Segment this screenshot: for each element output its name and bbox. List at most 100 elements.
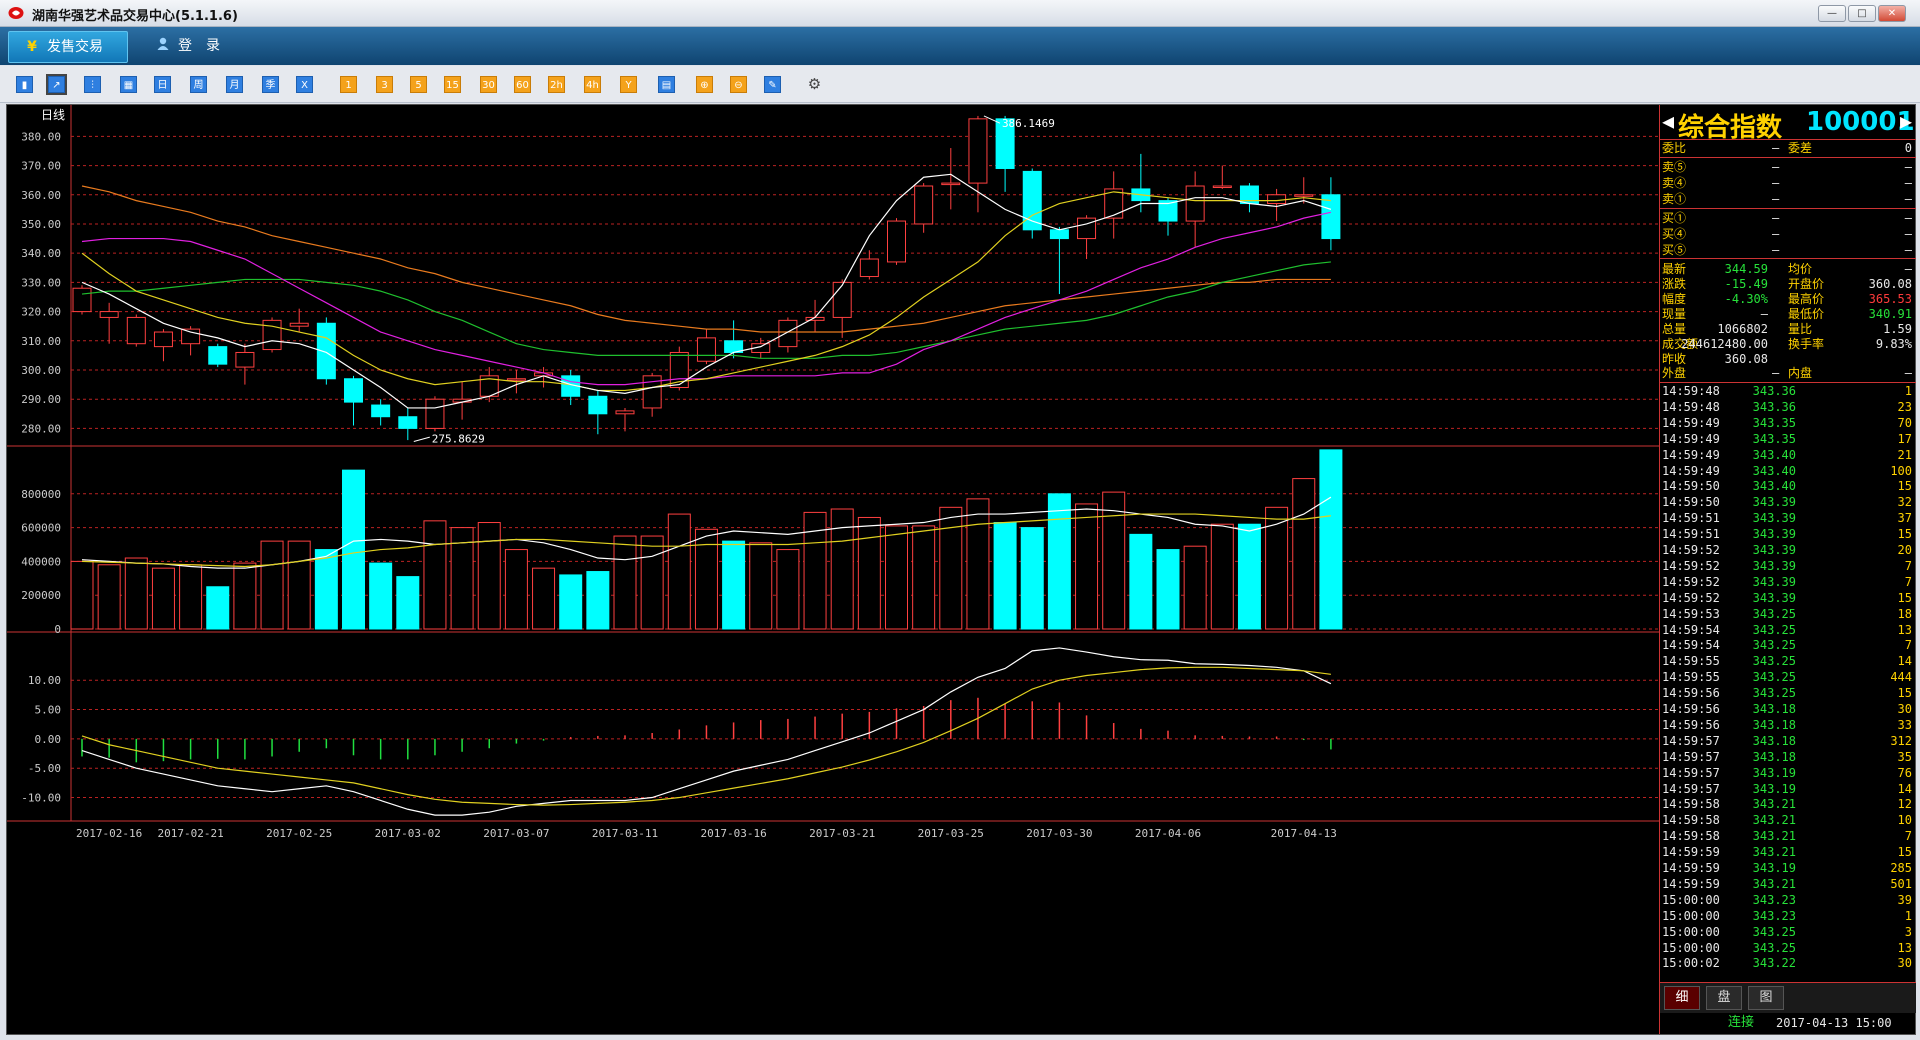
- sell-level-volume: —: [1904, 176, 1912, 190]
- toolbar-button-3[interactable]: ⫶: [84, 76, 101, 93]
- toolbar-button-22[interactable]: ✎: [764, 76, 781, 93]
- order-diff-label: 委差: [1788, 141, 1813, 155]
- tick-volume: 15: [1897, 527, 1912, 542]
- stat-label: 均价: [1788, 262, 1813, 276]
- tick-row: 14:59:58 343.21 12: [1660, 796, 1916, 812]
- tick-price: 343.36: [1752, 399, 1796, 414]
- panel-tab-2[interactable]: 盘: [1706, 986, 1742, 1010]
- tick-price: 343.25: [1752, 638, 1796, 653]
- tick-volume: 501: [1890, 876, 1912, 891]
- maximize-button[interactable]: □: [1848, 5, 1876, 22]
- tick-price: 343.39: [1752, 495, 1796, 510]
- volume-bar: [287, 540, 311, 630]
- kline-chart: 日线 380.00 370.00 360.00 350.00 340.00 330.00 32…: [7, 105, 1659, 840]
- toolbar-button-13[interactable]: 15: [444, 76, 461, 93]
- toolbar-button-5[interactable]: 日: [154, 76, 171, 93]
- tick-volume: 312: [1890, 733, 1912, 748]
- tick-time: 14:59:52: [1662, 590, 1720, 605]
- tick-time: 14:59:56: [1662, 717, 1720, 732]
- next-instrument-icon[interactable]: ▶: [1900, 109, 1912, 133]
- tick-row: 14:59:58 343.21 7: [1660, 828, 1916, 844]
- toolbar-button-19[interactable]: ▤: [658, 76, 675, 93]
- sell-level-price: —: [1772, 192, 1780, 206]
- volume-bar: [749, 542, 773, 630]
- price-tick-label: 310.00: [21, 335, 61, 348]
- toolbar-button-15[interactable]: 60: [514, 76, 531, 93]
- tick-price: 343.25: [1752, 924, 1796, 939]
- tick-time: 14:59:58: [1662, 813, 1720, 828]
- price-tick-label: 290.00: [21, 393, 61, 406]
- tick-price: 343.19: [1752, 861, 1796, 875]
- toolbar-button-18[interactable]: Y: [620, 76, 637, 93]
- toolbar-button-12[interactable]: 5: [410, 76, 427, 93]
- toolbar-button-11[interactable]: 3: [376, 76, 393, 93]
- tick-row: 14:59:49 343.40 100: [1660, 463, 1916, 479]
- tick-time: 14:59:49: [1662, 415, 1720, 430]
- stat-label: 开盘价: [1788, 277, 1825, 291]
- candle-body: [72, 287, 92, 313]
- tick-volume: 17: [1897, 431, 1912, 446]
- tick-row: 14:59:52 343.39 7: [1660, 574, 1916, 590]
- toolbar-button-20[interactable]: ⊕: [696, 76, 713, 93]
- stat-value: 9.83%: [1875, 337, 1912, 351]
- sell-trading-tab[interactable]: ¥ 发售交易: [8, 31, 128, 63]
- toolbar-button-1[interactable]: ▮: [16, 76, 33, 93]
- toolbar-button-9[interactable]: X: [296, 76, 313, 93]
- toolbar-button-10[interactable]: 1: [340, 76, 357, 93]
- tick-time: 15:00:02: [1662, 956, 1720, 971]
- tick-row: 14:59:48 343.36 1: [1660, 383, 1916, 399]
- sell-level-price: —: [1772, 176, 1780, 190]
- panel-tab-1[interactable]: 细: [1664, 986, 1700, 1010]
- tick-row: 14:59:49 343.40 21: [1660, 447, 1916, 463]
- toolbar-button-17[interactable]: 4h: [584, 76, 601, 93]
- quote-stat-row: 现量 — 最低价 340.91: [1660, 306, 1916, 322]
- tick-volume: 14: [1897, 781, 1912, 796]
- stat-value: 360.08: [1868, 277, 1912, 291]
- tick-time: 14:59:50: [1662, 479, 1720, 494]
- toolbar-button-23[interactable]: ⚙: [806, 76, 823, 93]
- tick-price: 343.21: [1752, 797, 1796, 812]
- stat-label: 最低价: [1788, 307, 1825, 321]
- toolbar-button-2[interactable]: ↗: [46, 74, 67, 95]
- login-tab[interactable]: 登 录: [140, 31, 250, 61]
- tick-row: 14:59:56 343.18 33: [1660, 717, 1916, 733]
- candle-body: [968, 118, 988, 184]
- toolbar-button-8[interactable]: 季: [262, 76, 279, 93]
- toolbar-button-6[interactable]: 周: [190, 76, 207, 93]
- volume-bar: [885, 525, 908, 630]
- prev-instrument-icon[interactable]: ◀: [1662, 109, 1674, 133]
- tick-row: 14:59:49 343.35 70: [1660, 415, 1916, 431]
- tick-time: 14:59:52: [1662, 574, 1720, 589]
- price-tick-label: 360.00: [21, 189, 61, 202]
- volume-bar: [423, 520, 447, 630]
- tick-price: 343.25: [1752, 686, 1796, 701]
- tick-volume: 30: [1897, 956, 1912, 971]
- volume-bar: [1319, 449, 1343, 630]
- tick-row: 14:59:57 343.19 14: [1660, 781, 1916, 797]
- volume-bar: [1183, 545, 1207, 630]
- candle-body: [153, 331, 173, 348]
- tick-volume: 12: [1897, 797, 1912, 812]
- buy-level-price: —: [1772, 211, 1780, 225]
- minimize-button[interactable]: —: [1818, 5, 1846, 22]
- tick-volume: 15: [1897, 590, 1912, 605]
- close-button[interactable]: ✕: [1878, 5, 1906, 22]
- tick-volume: 100: [1890, 463, 1912, 478]
- tick-volume: 37: [1897, 511, 1912, 526]
- toolbar-button-7[interactable]: 月: [226, 76, 243, 93]
- toolbar-button-16[interactable]: 2h: [548, 76, 565, 93]
- tick-time: 14:59:49: [1662, 463, 1720, 478]
- toolbar-button-21[interactable]: ⊖: [730, 76, 747, 93]
- tick-row: 15:00:00 343.23 1: [1660, 908, 1916, 924]
- volume-bar: [206, 586, 230, 630]
- macd-tick-label: 10.00: [28, 674, 61, 687]
- toolbar-button-4[interactable]: ▦: [120, 76, 137, 93]
- candle-body: [778, 319, 798, 348]
- clock-display: 2017-04-13 15:00: [1776, 1016, 1892, 1030]
- tick-time: 15:00:00: [1662, 924, 1720, 939]
- toolbar-button-14[interactable]: 30: [480, 76, 497, 93]
- panel-tab-3[interactable]: 图: [1748, 986, 1784, 1010]
- tick-volume: 35: [1897, 749, 1912, 764]
- tick-price: 343.18: [1752, 702, 1796, 716]
- low-marker-line: [413, 436, 430, 443]
